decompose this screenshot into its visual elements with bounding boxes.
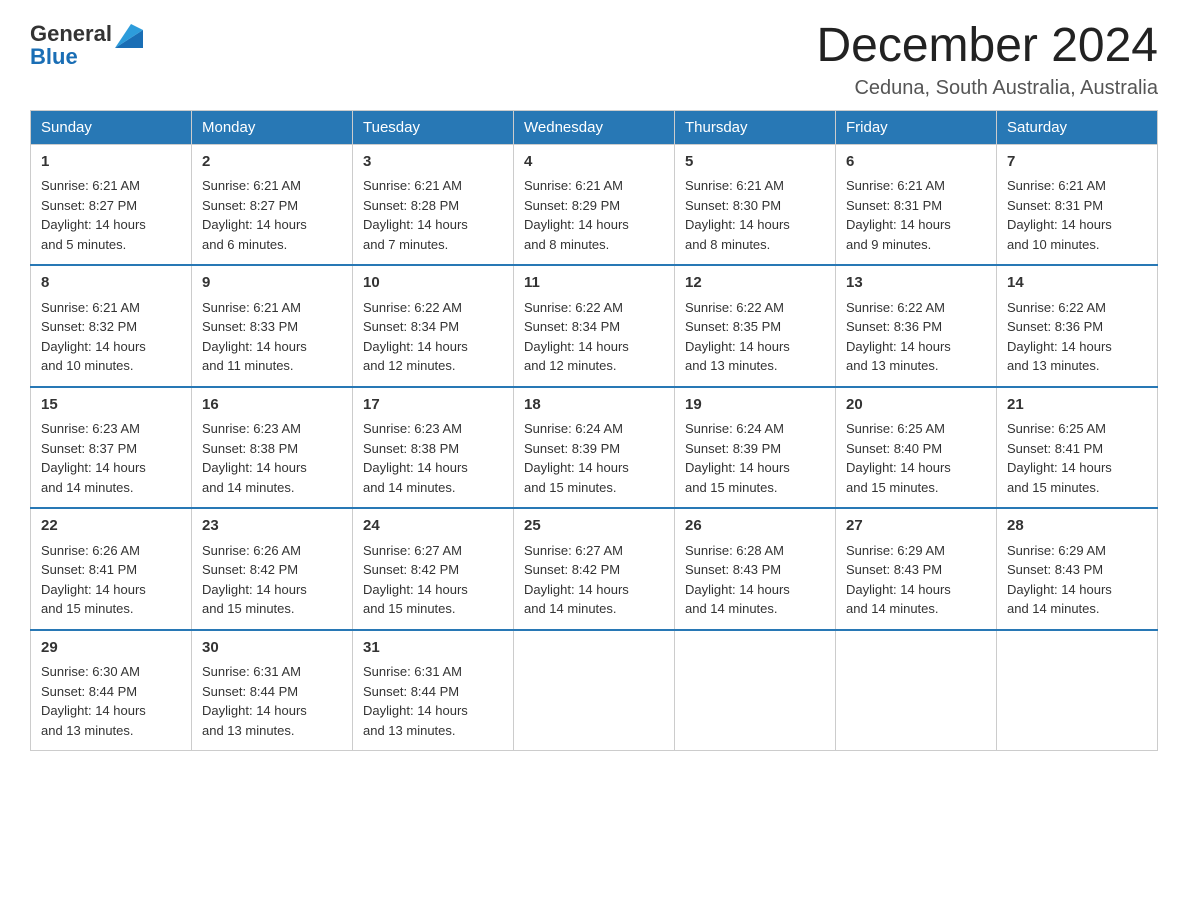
location-text: Ceduna, South Australia, Australia [816, 77, 1158, 100]
calendar-header-monday: Monday [192, 110, 353, 144]
calendar-cell: 17Sunrise: 6:23 AMSunset: 8:38 PMDayligh… [353, 387, 514, 509]
calendar-header-sunday: Sunday [31, 110, 192, 144]
logo: General Blue [30, 20, 143, 70]
day-number: 5 [685, 151, 825, 174]
day-number: 20 [846, 394, 986, 417]
calendar-cell [997, 630, 1158, 751]
day-number: 15 [41, 394, 181, 417]
day-number: 19 [685, 394, 825, 417]
day-number: 10 [363, 272, 503, 295]
day-number: 24 [363, 515, 503, 538]
calendar-cell: 21Sunrise: 6:25 AMSunset: 8:41 PMDayligh… [997, 387, 1158, 509]
day-number: 16 [202, 394, 342, 417]
calendar-cell: 9Sunrise: 6:21 AMSunset: 8:33 PMDaylight… [192, 265, 353, 387]
day-number: 26 [685, 515, 825, 538]
calendar-cell [514, 630, 675, 751]
day-number: 14 [1007, 272, 1147, 295]
calendar-cell: 13Sunrise: 6:22 AMSunset: 8:36 PMDayligh… [836, 265, 997, 387]
calendar-cell: 26Sunrise: 6:28 AMSunset: 8:43 PMDayligh… [675, 508, 836, 630]
day-number: 30 [202, 637, 342, 660]
calendar-cell: 6Sunrise: 6:21 AMSunset: 8:31 PMDaylight… [836, 144, 997, 265]
day-number: 23 [202, 515, 342, 538]
calendar-cell: 7Sunrise: 6:21 AMSunset: 8:31 PMDaylight… [997, 144, 1158, 265]
calendar-cell: 14Sunrise: 6:22 AMSunset: 8:36 PMDayligh… [997, 265, 1158, 387]
day-number: 29 [41, 637, 181, 660]
day-number: 22 [41, 515, 181, 538]
calendar-header-saturday: Saturday [997, 110, 1158, 144]
day-number: 9 [202, 272, 342, 295]
calendar-cell: 8Sunrise: 6:21 AMSunset: 8:32 PMDaylight… [31, 265, 192, 387]
day-number: 11 [524, 272, 664, 295]
calendar-cell: 22Sunrise: 6:26 AMSunset: 8:41 PMDayligh… [31, 508, 192, 630]
calendar-cell: 24Sunrise: 6:27 AMSunset: 8:42 PMDayligh… [353, 508, 514, 630]
day-number: 6 [846, 151, 986, 174]
calendar-cell: 23Sunrise: 6:26 AMSunset: 8:42 PMDayligh… [192, 508, 353, 630]
day-number: 31 [363, 637, 503, 660]
calendar-week-row: 8Sunrise: 6:21 AMSunset: 8:32 PMDaylight… [31, 265, 1158, 387]
day-number: 13 [846, 272, 986, 295]
calendar-cell: 5Sunrise: 6:21 AMSunset: 8:30 PMDaylight… [675, 144, 836, 265]
calendar-cell: 18Sunrise: 6:24 AMSunset: 8:39 PMDayligh… [514, 387, 675, 509]
day-number: 7 [1007, 151, 1147, 174]
calendar-cell: 25Sunrise: 6:27 AMSunset: 8:42 PMDayligh… [514, 508, 675, 630]
day-number: 28 [1007, 515, 1147, 538]
month-title: December 2024 [816, 20, 1158, 73]
logo-icon [115, 20, 143, 48]
calendar-week-row: 22Sunrise: 6:26 AMSunset: 8:41 PMDayligh… [31, 508, 1158, 630]
day-number: 25 [524, 515, 664, 538]
calendar-cell [836, 630, 997, 751]
day-number: 17 [363, 394, 503, 417]
day-number: 1 [41, 151, 181, 174]
calendar-cell: 10Sunrise: 6:22 AMSunset: 8:34 PMDayligh… [353, 265, 514, 387]
logo-blue-text: Blue [30, 44, 78, 70]
calendar-cell: 19Sunrise: 6:24 AMSunset: 8:39 PMDayligh… [675, 387, 836, 509]
calendar-table: SundayMondayTuesdayWednesdayThursdayFrid… [30, 110, 1158, 752]
calendar-week-row: 29Sunrise: 6:30 AMSunset: 8:44 PMDayligh… [31, 630, 1158, 751]
calendar-cell: 30Sunrise: 6:31 AMSunset: 8:44 PMDayligh… [192, 630, 353, 751]
calendar-cell: 31Sunrise: 6:31 AMSunset: 8:44 PMDayligh… [353, 630, 514, 751]
calendar-cell: 1Sunrise: 6:21 AMSunset: 8:27 PMDaylight… [31, 144, 192, 265]
day-number: 4 [524, 151, 664, 174]
calendar-cell [675, 630, 836, 751]
day-number: 3 [363, 151, 503, 174]
day-number: 18 [524, 394, 664, 417]
calendar-cell: 28Sunrise: 6:29 AMSunset: 8:43 PMDayligh… [997, 508, 1158, 630]
calendar-cell: 2Sunrise: 6:21 AMSunset: 8:27 PMDaylight… [192, 144, 353, 265]
calendar-cell: 16Sunrise: 6:23 AMSunset: 8:38 PMDayligh… [192, 387, 353, 509]
day-number: 12 [685, 272, 825, 295]
calendar-cell: 4Sunrise: 6:21 AMSunset: 8:29 PMDaylight… [514, 144, 675, 265]
day-number: 21 [1007, 394, 1147, 417]
day-number: 8 [41, 272, 181, 295]
calendar-cell: 3Sunrise: 6:21 AMSunset: 8:28 PMDaylight… [353, 144, 514, 265]
calendar-header-row: SundayMondayTuesdayWednesdayThursdayFrid… [31, 110, 1158, 144]
calendar-cell: 29Sunrise: 6:30 AMSunset: 8:44 PMDayligh… [31, 630, 192, 751]
calendar-header-wednesday: Wednesday [514, 110, 675, 144]
calendar-header-tuesday: Tuesday [353, 110, 514, 144]
day-number: 2 [202, 151, 342, 174]
calendar-cell: 27Sunrise: 6:29 AMSunset: 8:43 PMDayligh… [836, 508, 997, 630]
calendar-cell: 11Sunrise: 6:22 AMSunset: 8:34 PMDayligh… [514, 265, 675, 387]
calendar-header-thursday: Thursday [675, 110, 836, 144]
calendar-cell: 12Sunrise: 6:22 AMSunset: 8:35 PMDayligh… [675, 265, 836, 387]
day-number: 27 [846, 515, 986, 538]
calendar-header-friday: Friday [836, 110, 997, 144]
page-header: General Blue December 2024 Ceduna, South… [30, 20, 1158, 100]
calendar-cell: 20Sunrise: 6:25 AMSunset: 8:40 PMDayligh… [836, 387, 997, 509]
calendar-week-row: 15Sunrise: 6:23 AMSunset: 8:37 PMDayligh… [31, 387, 1158, 509]
calendar-cell: 15Sunrise: 6:23 AMSunset: 8:37 PMDayligh… [31, 387, 192, 509]
title-block: December 2024 Ceduna, South Australia, A… [816, 20, 1158, 100]
calendar-week-row: 1Sunrise: 6:21 AMSunset: 8:27 PMDaylight… [31, 144, 1158, 265]
